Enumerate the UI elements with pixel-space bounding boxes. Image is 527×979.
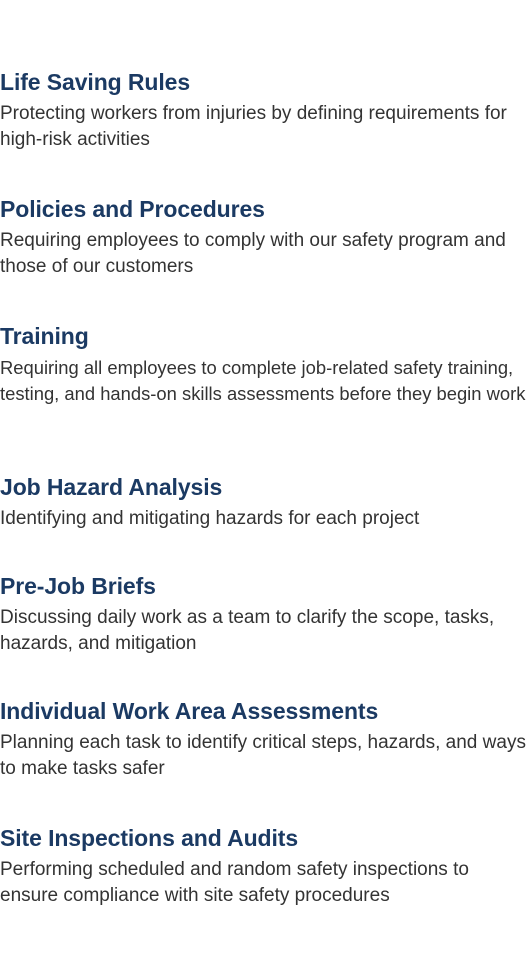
section-title: Individual Work Area Assessments — [0, 698, 379, 724]
section-title: Pre-Job Briefs — [0, 573, 156, 599]
section-title: Job Hazard Analysis — [0, 474, 223, 500]
section-title: Training — [0, 323, 89, 349]
section-description: Requiring employees to comply with our s… — [0, 230, 506, 277]
section-description: Identifying and mitigating hazards for e… — [0, 508, 420, 529]
section-description: Planning each task to identify critical … — [0, 732, 526, 779]
section-pre-job-briefs: Pre-Job Briefs Discussing daily work as … — [0, 570, 527, 657]
section-training: Training Requiring all employees to comp… — [0, 320, 527, 407]
section-description: Performing scheduled and random safety i… — [0, 859, 469, 906]
section-description: Protecting workers from injuries by defi… — [0, 103, 507, 150]
section-title: Site Inspections and Audits — [0, 825, 299, 851]
section-title: Policies and Procedures — [0, 196, 265, 222]
section-policies-and-procedures: Policies and Procedures Requiring employ… — [0, 193, 527, 280]
section-description: Requiring all employees to complete job-… — [0, 357, 526, 404]
section-site-inspections-and-audits: Site Inspections and Audits Performing s… — [0, 822, 527, 909]
section-job-hazard-analysis: Job Hazard Analysis Identifying and miti… — [0, 471, 419, 532]
section-title: Life Saving Rules — [0, 69, 191, 95]
section-life-saving-rules: Life Saving Rules Protecting workers fro… — [0, 66, 527, 153]
section-description: Discussing daily work as a team to clari… — [0, 607, 495, 654]
section-individual-work-area-assessments: Individual Work Area Assessments Plannin… — [0, 695, 527, 782]
